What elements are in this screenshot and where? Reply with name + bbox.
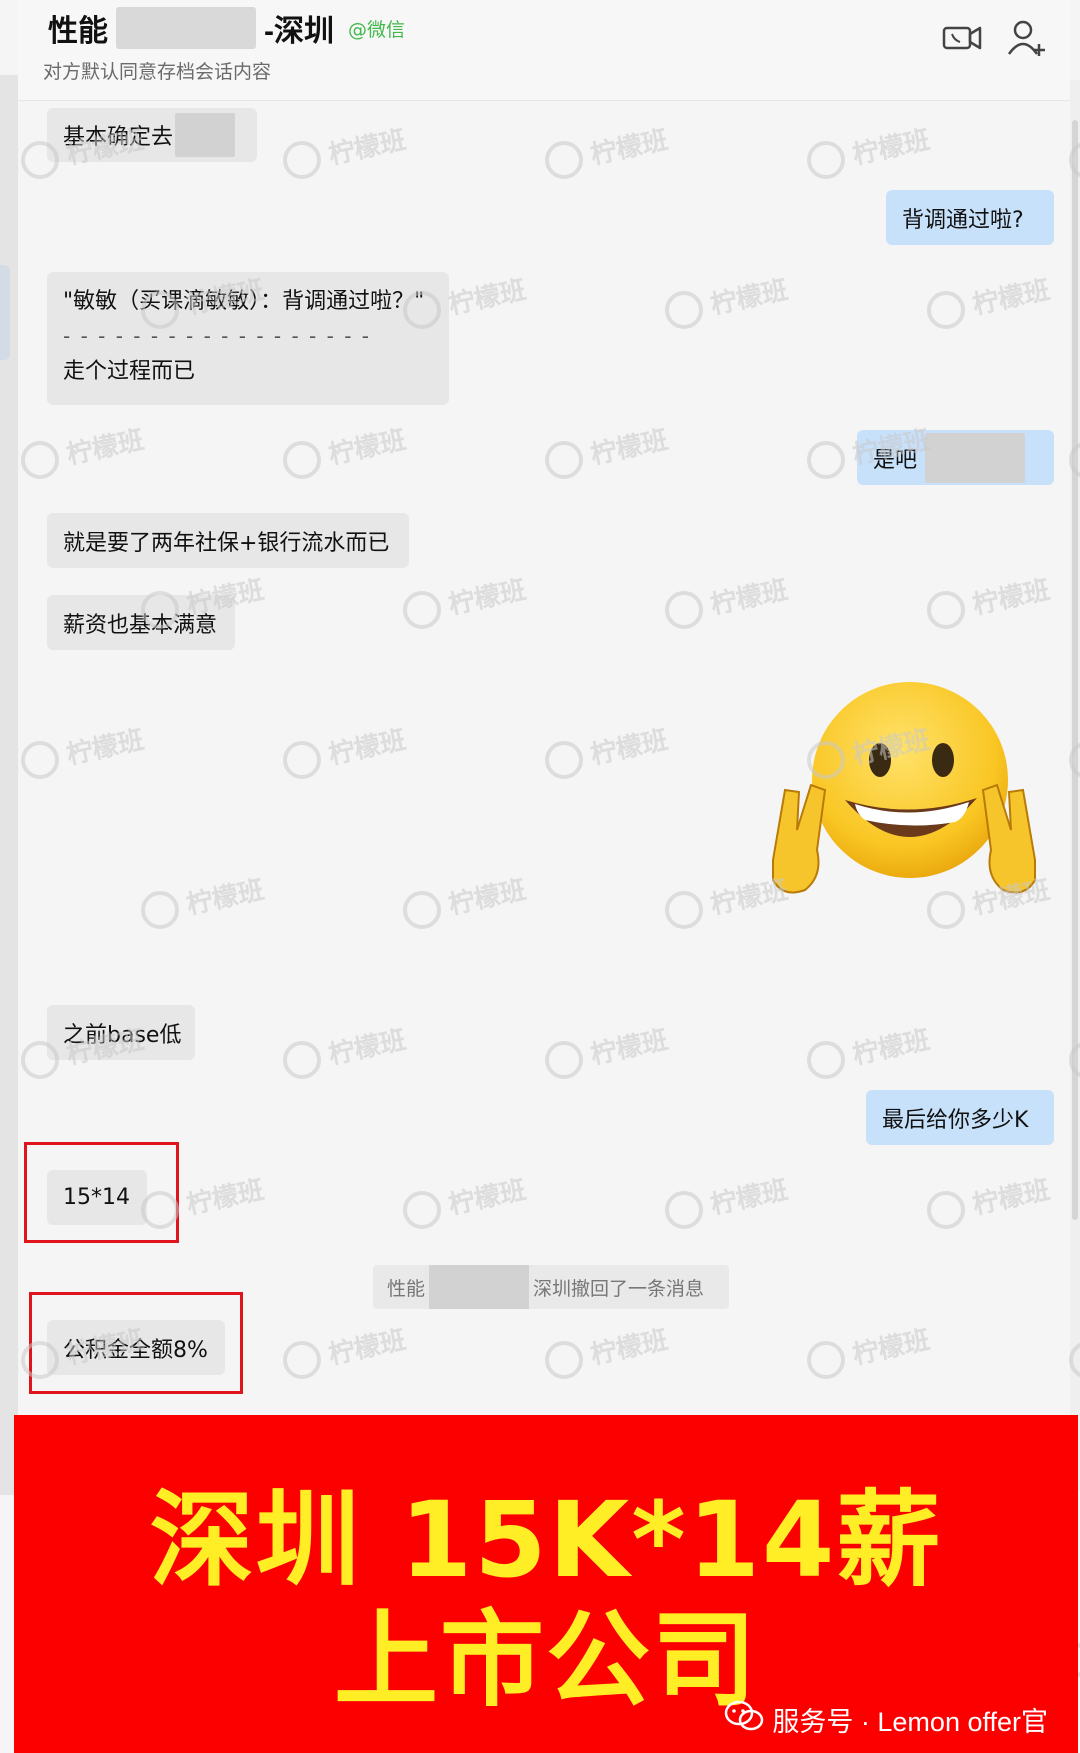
svg-text:柠檬班: 柠檬班 — [850, 124, 933, 170]
watermark-mark: 柠檬班 — [403, 874, 529, 929]
video-call-icon[interactable] — [938, 14, 986, 62]
watermark-mark: 柠檬班 — [807, 1324, 933, 1379]
watermark-mark: 柠檬班 — [927, 1174, 1053, 1229]
redacted-text — [925, 432, 1026, 483]
message-incoming-quote-reply[interactable]: "敏敏（买课滴敏敏）：背调通过啦？" - - - - - - - - - - -… — [47, 272, 449, 405]
quote-divider: - - - - - - - - - - - - - - - - - - — [63, 324, 371, 348]
message-text: 走个过程而已 — [63, 359, 196, 384]
svg-text:柠檬班: 柠檬班 — [326, 424, 409, 470]
watermark-mark: 柠檬班 — [545, 124, 671, 179]
watermark-mark: 柠檬班 — [927, 574, 1053, 629]
archive-notice: 对方默认同意存档会话内容 — [43, 61, 272, 83]
message-text: 最后给你多少K — [882, 1107, 1029, 1133]
add-member-icon[interactable] — [1003, 14, 1051, 62]
svg-text:柠檬班: 柠檬班 — [588, 1324, 671, 1370]
message-incoming[interactable]: 之前base低 — [47, 1005, 195, 1060]
message-text: 之前base低 — [63, 1022, 182, 1048]
watermark-mark: 柠檬班 — [545, 1024, 671, 1079]
watermark-mark: 柠檬班 — [545, 424, 671, 479]
watermark-mark: 柠檬班 — [807, 1024, 933, 1079]
left-panel-tab[interactable] — [0, 265, 10, 360]
watermark-mark: 柠檬班 — [283, 1024, 409, 1079]
watermark-mark: 柠檬班 — [545, 724, 671, 779]
svg-text:柠檬班: 柠檬班 — [588, 724, 671, 770]
chat-title-right: -深圳 — [264, 15, 334, 48]
svg-text:柠檬班: 柠檬班 — [326, 1324, 409, 1370]
chat-window: 性能 -深圳 @微信 对方默认同意存档会话内容 基本确定去 背调通过啦? "敏敏… — [0, 0, 1080, 1753]
chat-header: 性能 -深圳 @微信 对方默认同意存档会话内容 — [18, 0, 1070, 101]
promo-banner: 深圳 15K*14薪 上市公司 服务号 · Lemon offer官 — [14, 1415, 1078, 1753]
banner-footer: 服务号 · Lemon offer官 — [724, 1700, 1048, 1739]
watermark-mark: 柠檬班 — [927, 274, 1053, 329]
message-text: 背调通过啦? — [902, 207, 1024, 233]
watermark-mark: 柠檬班 — [21, 424, 147, 479]
svg-text:柠檬班: 柠檬班 — [326, 124, 409, 170]
redacted-text — [175, 113, 236, 157]
message-incoming[interactable]: 15*14 — [47, 1170, 147, 1225]
svg-text:柠檬班: 柠檬班 — [588, 124, 671, 170]
chat-scrollbar[interactable] — [1070, 80, 1080, 1490]
svg-text:柠檬班: 柠檬班 — [588, 1024, 671, 1070]
svg-text:柠檬班: 柠檬班 — [446, 274, 529, 320]
watermark-mark: 柠檬班 — [283, 424, 409, 479]
svg-text:柠檬班: 柠檬班 — [446, 874, 529, 920]
message-text: 薪资也基本满意 — [63, 612, 218, 638]
message-text: 15*14 — [63, 1185, 130, 1210]
quoted-message: "敏敏（买课滴敏敏）：背调通过啦？" — [63, 289, 425, 314]
svg-text:柠檬班: 柠檬班 — [850, 1024, 933, 1070]
svg-text:柠檬班: 柠檬班 — [326, 724, 409, 770]
watermark-mark: 柠檬班 — [665, 1174, 791, 1229]
svg-text:柠檬班: 柠檬班 — [708, 574, 791, 620]
message-incoming[interactable]: 薪资也基本满意 — [47, 595, 235, 650]
watermark-mark: 柠檬班 — [141, 874, 267, 929]
redacted-name — [116, 7, 256, 49]
message-text: 基本确定去 — [63, 125, 174, 150]
wechat-source-tag: @微信 — [348, 18, 406, 41]
banner-footer-text: 服务号 · Lemon offer官 — [772, 1707, 1048, 1737]
watermark-mark: 柠檬班 — [283, 124, 409, 179]
message-incoming[interactable]: 公积金全额8% — [47, 1320, 225, 1375]
svg-text:柠檬班: 柠檬班 — [850, 1324, 933, 1370]
svg-text:柠檬班: 柠檬班 — [184, 1174, 267, 1220]
svg-text:柠檬班: 柠檬班 — [708, 274, 791, 320]
svg-text:柠檬班: 柠檬班 — [446, 574, 529, 620]
watermark-mark: 柠檬班 — [665, 574, 791, 629]
watermark-mark: 柠檬班 — [403, 1174, 529, 1229]
watermark-mark: 柠檬班 — [807, 124, 933, 179]
message-outgoing[interactable]: 背调通过啦? — [886, 190, 1054, 245]
watermark-mark: 柠檬班 — [403, 574, 529, 629]
svg-text:柠檬班: 柠檬班 — [970, 574, 1053, 620]
recall-text-right: 深圳撤回了一条消息 — [533, 1277, 705, 1300]
message-incoming[interactable]: 基本确定去 — [47, 108, 257, 162]
message-text: 就是要了两年社保+银行流水而已 — [63, 530, 390, 556]
wechat-logo-icon — [724, 1700, 764, 1739]
message-outgoing[interactable]: 最后给你多少K — [866, 1090, 1054, 1145]
watermark-mark: 柠檬班 — [21, 724, 147, 779]
recall-text-left: 性能 — [387, 1277, 426, 1300]
message-incoming[interactable]: 就是要了两年社保+银行流水而已 — [47, 513, 409, 568]
redacted-text — [429, 1265, 530, 1309]
watermark-mark: 柠檬班 — [283, 724, 409, 779]
svg-text:柠檬班: 柠檬班 — [446, 1174, 529, 1220]
chat-title-left: 性能 — [48, 15, 108, 48]
message-text: 是吧 — [873, 447, 918, 473]
scrollbar-thumb[interactable] — [1072, 120, 1078, 1220]
svg-text:柠檬班: 柠檬班 — [588, 424, 671, 470]
message-text: 公积金全额8% — [63, 1337, 208, 1363]
watermark-mark: 柠檬班 — [665, 274, 791, 329]
svg-text:柠檬班: 柠檬班 — [64, 424, 147, 470]
message-outgoing[interactable]: 是吧 — [857, 430, 1054, 485]
svg-text:柠檬班: 柠檬班 — [970, 274, 1053, 320]
svg-text:柠檬班: 柠檬班 — [708, 1174, 791, 1220]
svg-text:柠檬班: 柠檬班 — [184, 874, 267, 920]
svg-text:柠檬班: 柠檬班 — [326, 1024, 409, 1070]
watermark-mark: 柠檬班 — [283, 1324, 409, 1379]
left-panel-edge — [0, 75, 18, 1495]
watermark-mark: 柠檬班 — [545, 1324, 671, 1379]
svg-text:柠檬班: 柠檬班 — [64, 724, 147, 770]
svg-text:柠檬班: 柠檬班 — [970, 1174, 1053, 1220]
recall-notice: 性能 深圳撤回了一条消息 — [373, 1265, 729, 1309]
grinning-peace-sign-emoji-sticker[interactable] — [765, 680, 1040, 910]
